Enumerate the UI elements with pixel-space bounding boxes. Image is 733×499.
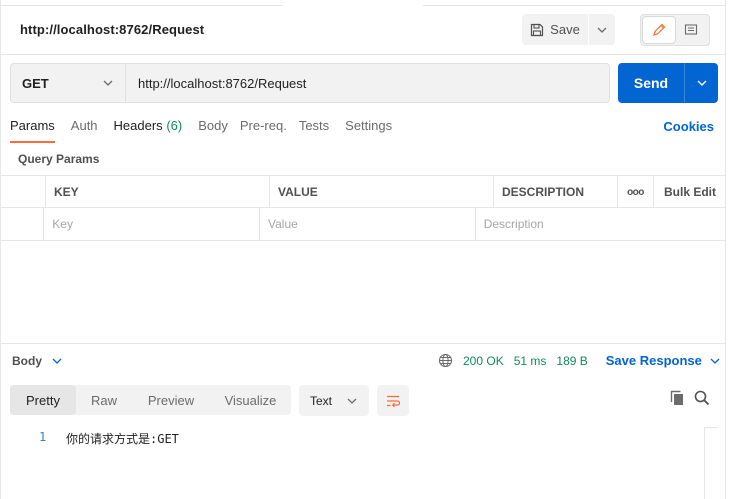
method-select[interactable]: GET: [11, 64, 126, 102]
scrollbar[interactable]: [704, 427, 718, 499]
tab-visualize[interactable]: Visualize: [210, 385, 291, 415]
header-divider: [0, 54, 726, 55]
headers-count-badge: (6): [166, 118, 183, 133]
row-checkbox-cell: [0, 208, 45, 240]
method-label: GET: [22, 75, 49, 91]
response-meta: 200 OK 51 ms 189 B Save Response: [438, 353, 720, 368]
response-size[interactable]: 189 B: [556, 354, 587, 368]
chevron-down-icon: [347, 398, 357, 404]
pencil-icon: [653, 23, 666, 36]
wrap-lines-button[interactable]: [377, 385, 409, 416]
copy-icon[interactable]: [669, 390, 685, 406]
request-title: http://localhost:8762/Request: [20, 22, 205, 37]
search-icon[interactable]: [694, 390, 710, 406]
save-icon: [531, 23, 544, 36]
comment-icon: [684, 24, 698, 35]
save-button[interactable]: Save: [522, 14, 589, 45]
tab-headers-label: Headers: [113, 118, 163, 133]
tab-settings[interactable]: Settings: [345, 118, 392, 144]
tab-tests[interactable]: Tests: [299, 118, 329, 144]
top-tab-strip: [0, 0, 726, 6]
save-button-group: Save: [522, 14, 615, 45]
table-header-row: KEY VALUE DESCRIPTION ooo Bulk Edit: [0, 175, 726, 208]
response-view-tabs: Pretty Raw Preview Visualize: [10, 385, 291, 415]
column-header-value: VALUE: [270, 176, 494, 208]
globe-icon[interactable]: [438, 353, 453, 368]
tab-auth[interactable]: Auth: [71, 118, 98, 144]
request-tabs: Params Auth Headers (6) Body Pre-req. Te…: [10, 118, 392, 144]
tab-params[interactable]: Params: [10, 118, 55, 144]
format-select[interactable]: Text: [299, 385, 369, 416]
view-mode-toggle: [640, 14, 710, 46]
url-bar: GET http://localhost:8762/Request: [10, 63, 610, 103]
value-input[interactable]: Value: [260, 208, 476, 240]
tab-body[interactable]: Body: [198, 118, 228, 144]
response-body-selector[interactable]: Body: [12, 354, 62, 368]
chevron-down-icon: [103, 80, 113, 86]
bulk-edit-button[interactable]: Bulk Edit: [654, 176, 726, 208]
description-input[interactable]: Description: [476, 208, 726, 240]
send-options-button[interactable]: [685, 63, 718, 103]
checkbox-column-header: [0, 176, 46, 208]
format-label: Text: [310, 393, 333, 408]
send-button[interactable]: Send: [618, 63, 685, 103]
save-label: Save: [550, 22, 580, 37]
cookies-link[interactable]: Cookies: [663, 119, 714, 134]
chevron-down-icon: [697, 80, 706, 86]
documentation-mode-button[interactable]: [675, 17, 707, 43]
column-header-description: DESCRIPTION: [494, 176, 618, 208]
send-button-group: Send: [618, 63, 718, 103]
more-options-button[interactable]: ooo: [618, 176, 654, 208]
edit-mode-button[interactable]: [643, 17, 675, 43]
column-header-key: KEY: [46, 176, 270, 208]
query-params-title: Query Params: [18, 152, 100, 166]
tab-raw[interactable]: Raw: [76, 385, 132, 415]
line-number: 1: [39, 430, 47, 444]
url-input[interactable]: http://localhost:8762/Request: [126, 64, 609, 102]
tab-headers[interactable]: Headers (6): [114, 118, 183, 144]
request-response-divider[interactable]: [0, 343, 726, 344]
chevron-down-icon: [52, 358, 62, 364]
wrap-lines-icon: [387, 395, 401, 407]
tab-pretty[interactable]: Pretty: [10, 385, 76, 415]
response-time[interactable]: 51 ms: [514, 354, 547, 368]
tab-pre-request[interactable]: Pre-req.: [240, 118, 287, 144]
chevron-down-icon: [597, 27, 607, 33]
tab-preview[interactable]: Preview: [132, 385, 210, 415]
response-body-label: Body: [12, 354, 42, 368]
save-response-button[interactable]: Save Response: [606, 353, 720, 368]
save-options-button[interactable]: [589, 14, 615, 45]
table-row: Key Value Description: [0, 208, 726, 241]
query-params-table: KEY VALUE DESCRIPTION ooo Bulk Edit Key …: [0, 175, 726, 241]
response-body-line: 你的请求方式是:GET: [66, 432, 179, 446]
save-response-label: Save Response: [605, 353, 702, 368]
more-options-label: ooo: [627, 186, 644, 198]
chevron-down-icon: [710, 358, 720, 364]
key-input[interactable]: Key: [44, 208, 260, 240]
status-code[interactable]: 200 OK: [463, 354, 504, 368]
